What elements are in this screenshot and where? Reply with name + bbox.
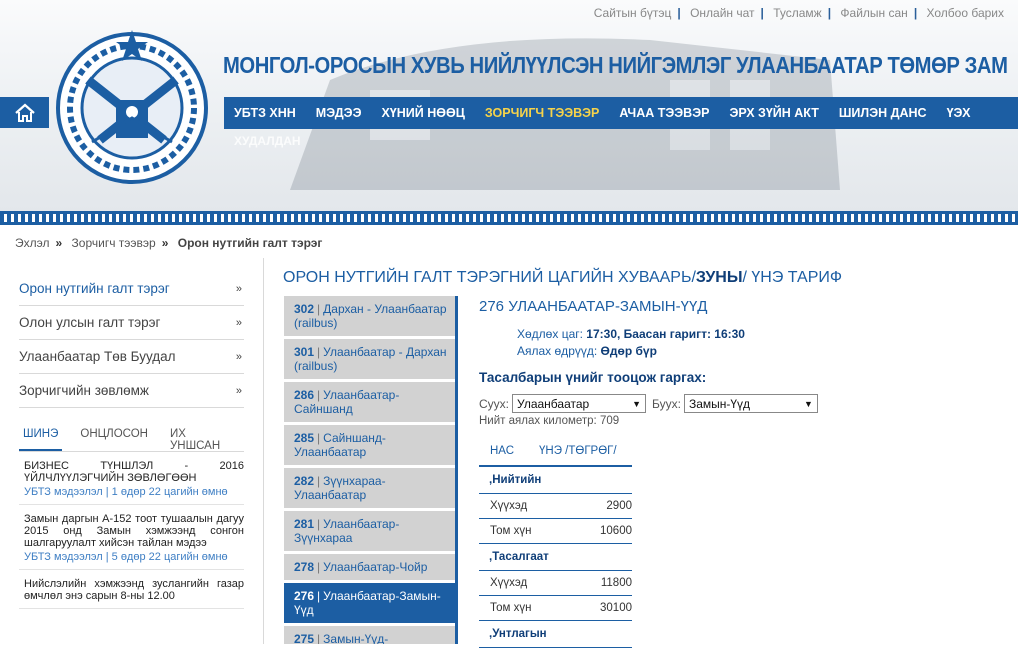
tab-new[interactable]: ШИНЭ xyxy=(19,428,63,451)
column-divider xyxy=(263,258,264,644)
news-title[interactable]: Нийслэлийн хэмжээнд зуслангийн газар өмч… xyxy=(24,578,244,602)
train-item-301[interactable]: 301 | Улаанбаатар - Дархан (railbus) xyxy=(284,339,455,379)
nav-item-legal[interactable]: ЭРХ ЗҮЙН АКТ xyxy=(729,106,818,120)
breadcrumb-current: Орон нутгийн галт тэрэг xyxy=(177,236,323,250)
breadcrumb-section[interactable]: Зорчигч тээвэр xyxy=(72,236,156,250)
train-item-286[interactable]: 286 | Улаанбаатар-Сайншанд xyxy=(284,382,455,422)
station-selectors: Суух: Улаанбаатар ▼ Буух: Замын-Үүд ▼ xyxy=(479,394,1009,413)
nav-overflow-item[interactable]: ХУДАЛДАН xyxy=(234,134,301,148)
railway-logo[interactable] xyxy=(52,22,212,186)
to-label: Буух: xyxy=(652,396,681,411)
sidebar-item-international-trains[interactable]: Олон улсын галт тэрэг» xyxy=(19,306,244,340)
news-item[interactable]: БИЗНЕС ТҮНШЛЭЛ - 2016 ҮЙЛЧЛҮҮЛЭГЧИЙН ЗӨВ… xyxy=(19,452,244,505)
from-station-select[interactable]: Улаанбаатар ▼ xyxy=(512,394,646,413)
news-item[interactable]: Нийслэлийн хэмжээнд зуслангийн газар өмч… xyxy=(19,570,244,609)
nav-item-news[interactable]: МЭДЭЭ xyxy=(316,106,362,120)
price-table-header: НАС ҮНЭ /ТӨГРӨГ/ xyxy=(479,437,632,467)
nav-item-transparency[interactable]: ШИЛЭН ДАНС xyxy=(839,106,927,120)
to-station-select[interactable]: Замын-Үүд ▼ xyxy=(683,394,818,413)
tab-most-read[interactable]: ИХ УНШСАН xyxy=(166,428,230,452)
train-detail: 276 УЛААНБААТАР-ЗАМЫН-ҮҮД Хөдлөх цаг: 17… xyxy=(479,296,1009,648)
sidebar-item-passenger-advice[interactable]: Зорчигчийн зөвлөмж» xyxy=(19,374,244,408)
departure-time: Хөдлөх цаг: 17:30, Баасан гаригт: 16:30 xyxy=(517,327,745,341)
news-meta: УБТЗ мэдээлэл | 5 өдөр 22 цагийн өмнө xyxy=(24,551,228,563)
table-row: Том хүн 30100 xyxy=(479,596,632,621)
breadcrumb-home[interactable]: Эхлэл xyxy=(15,236,50,250)
train-item-281[interactable]: 281 | Улаанбаатар-Зүүнхараа xyxy=(284,511,455,551)
top-link-help[interactable]: Тусламж xyxy=(773,6,821,20)
double-chevron-icon: » xyxy=(235,350,242,363)
news-title[interactable]: БИЗНЕС ТҮНШЛЭЛ - 2016 ҮЙЛЧЛҮҮЛЭГЧИЙН ЗӨВ… xyxy=(24,460,244,484)
price-table: НАС ҮНЭ /ТӨГРӨГ/ ,Нийтийн Хүүхэд 2900 Том … xyxy=(479,437,632,648)
train-list: 302 | Дархан - Улаанбаатар (railbus) 301 | У… xyxy=(284,296,458,644)
sidebar-item-local-trains[interactable]: Орон нутгийн галт тэрэг» xyxy=(19,272,244,306)
rail-divider xyxy=(0,211,1018,225)
train-item-302[interactable]: 302 | Дархан - Улаанбаатар (railbus) xyxy=(284,296,455,336)
double-chevron-icon: » xyxy=(235,282,242,295)
news-meta: УБТЗ мэдээлэл | 1 өдөр 22 цагийн өмнө xyxy=(24,486,228,498)
dropdown-arrow-icon: ▼ xyxy=(804,398,813,409)
train-item-275[interactable]: 275|Замын-Үүд-Улаанбаатар xyxy=(284,626,455,644)
nav-item-company[interactable]: УБТЗ ХНН xyxy=(234,106,296,120)
top-link-contact[interactable]: Холбоо барих xyxy=(927,6,1004,20)
site-title[interactable]: МОНГОЛ-ОРОСЫН ХУВЬ НИЙЛҮҮЛСЭН НИЙГЭМЛЭГ … xyxy=(223,52,1008,79)
price-section-general: ,Нийтийн xyxy=(479,467,632,494)
news-item[interactable]: Замын даргын А-152 тоот тушаалын дагуу 2… xyxy=(19,505,244,570)
sidebar: Орон нутгийн галт тэрэг» Олон улсын галт… xyxy=(19,272,244,609)
train-item-276[interactable]: 276 | Улаанбаатар-Замын-Үүд xyxy=(284,583,455,623)
price-section-compartment: ,Тасалгаат xyxy=(479,544,632,571)
page-title: ОРОН НУТГИЙН ГАЛТ ТЭРЭГНИЙ ЦАГИЙН ХУВААР… xyxy=(283,269,843,286)
total-distance: Нийт аялах километр: 709 xyxy=(479,415,620,427)
nav-item-passenger[interactable]: ЗОРЧИГЧ ТЭЭВЭР xyxy=(485,106,600,120)
top-link-chat[interactable]: Онлайн чат xyxy=(690,6,754,20)
nav-item-hr[interactable]: ХҮНИЙ НӨӨЦ xyxy=(381,106,464,120)
nav-item-freight[interactable]: АЧАА ТЭЭВЭР xyxy=(619,106,709,120)
nav-item-union[interactable]: ҮЭХ xyxy=(947,106,971,120)
train-item-285[interactable]: 285 | Сайншанд-Улаанбаатар xyxy=(284,425,455,465)
train-item-282[interactable]: 282 | Зүүнхараа-Улаанбаатар xyxy=(284,468,455,508)
double-chevron-icon: » xyxy=(235,384,242,397)
home-icon xyxy=(14,103,35,122)
from-label: Суух: xyxy=(479,396,509,411)
double-chevron-icon: » xyxy=(235,316,242,329)
top-link-sitemap[interactable]: Сайтын бүтэц xyxy=(594,6,672,20)
route-title: 276 УЛААНБААТАР-ЗАМЫН-ҮҮД xyxy=(479,298,708,315)
main-nav: УБТЗ ХНН МЭДЭЭ ХҮНИЙ НӨӨЦ ЗОРЧИГЧ ТЭЭВЭР… xyxy=(224,97,1018,129)
calculator-title: Тасалбарын үнийг тооцож гаргах: xyxy=(479,370,707,385)
site-header: Сайтын бүтэц | Онлайн чат | Тусламж | Файлы… xyxy=(0,0,1018,212)
top-links: Сайтын бүтэц | Онлайн чат | Тусламж | Файлы… xyxy=(593,6,1004,20)
table-row: Хүүхэд 11800 xyxy=(479,571,632,596)
breadcrumb: Эхлэл» Зорчигч тээвэр» Орон нутгийн галт… xyxy=(15,236,323,250)
home-button[interactable] xyxy=(0,97,49,128)
news-title[interactable]: Замын даргын А-152 тоот тушаалын дагуу 2… xyxy=(24,513,244,549)
dropdown-arrow-icon: ▼ xyxy=(632,398,641,409)
top-link-files[interactable]: Файлын сан xyxy=(840,6,907,20)
table-row: Хүүхэд 2900 xyxy=(479,494,632,519)
tab-featured[interactable]: ОНЦЛОСОН xyxy=(76,428,152,451)
sidebar-item-central-station[interactable]: Улаанбаатар Төв Буудал» xyxy=(19,340,244,374)
travel-days: Аялах өдрүүд: Өдөр бүр xyxy=(517,344,657,358)
news-tabs: ШИНЭ ОНЦЛОСОН ИХ УНШСАН xyxy=(19,428,244,452)
train-item-278[interactable]: 278 | Улаанбаатар-Чойр xyxy=(284,554,455,580)
table-row: Том хүн 10600 xyxy=(479,519,632,544)
